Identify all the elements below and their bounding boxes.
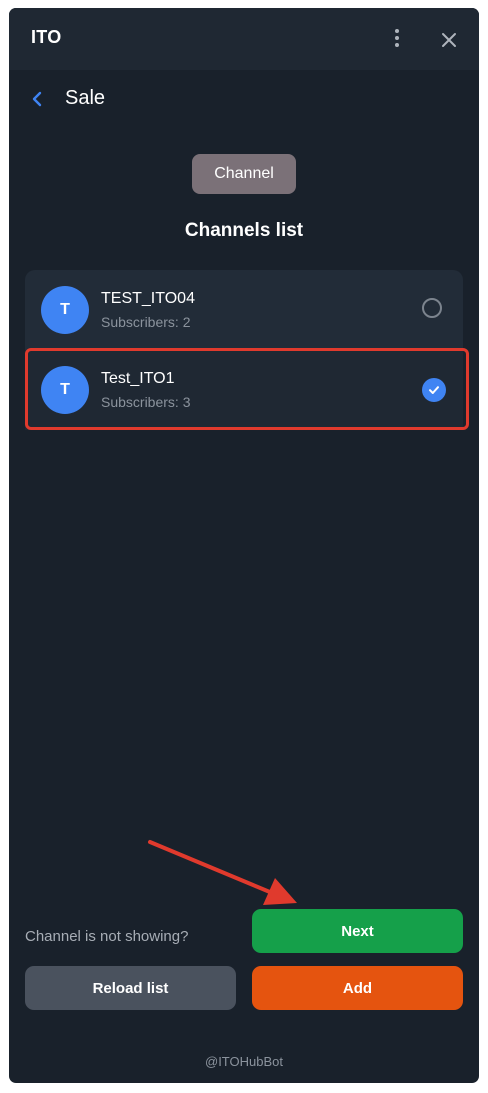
section-title: Channels list: [184, 220, 304, 241]
back-chevron-icon[interactable]: [29, 90, 47, 108]
add-button[interactable]: Add: [252, 966, 463, 1010]
channel-name: Test_ITO1: [101, 370, 175, 387]
app-title: ITO: [31, 27, 62, 47]
title-bar: ITO: [9, 8, 479, 70]
channels-list: T TEST_ITO04 Subscribers: 2 T Test_ITO1 …: [25, 270, 463, 430]
more-vertical-icon[interactable]: [387, 26, 407, 50]
channel-name: TEST_ITO04: [101, 290, 195, 307]
channel-subscribers: Subscribers: 2: [101, 314, 191, 330]
avatar: T: [41, 366, 89, 414]
check-icon: [429, 386, 439, 394]
radio-selected[interactable]: [422, 378, 446, 402]
reload-list-button[interactable]: Reload list: [25, 966, 236, 1010]
channel-subscribers: Subscribers: 3: [101, 394, 191, 410]
close-icon[interactable]: [437, 28, 461, 52]
app-window: ITO Sale Channel Channels list T TEST_IT…: [9, 8, 479, 1083]
avatar: T: [41, 286, 89, 334]
next-button[interactable]: Next: [252, 909, 463, 953]
tab-channel[interactable]: Channel: [192, 154, 296, 194]
bot-handle: @ITOHubBot: [205, 1054, 283, 1069]
nav-header: Sale: [9, 70, 479, 126]
channel-row-test-ito1[interactable]: T Test_ITO1 Subscribers: 3: [25, 350, 463, 430]
channel-row-test-ito04[interactable]: T TEST_ITO04 Subscribers: 2: [25, 270, 463, 350]
page-title: Sale: [65, 87, 106, 109]
radio-unselected[interactable]: [422, 298, 442, 318]
channel-not-showing-hint: Channel is not showing?: [25, 928, 189, 945]
